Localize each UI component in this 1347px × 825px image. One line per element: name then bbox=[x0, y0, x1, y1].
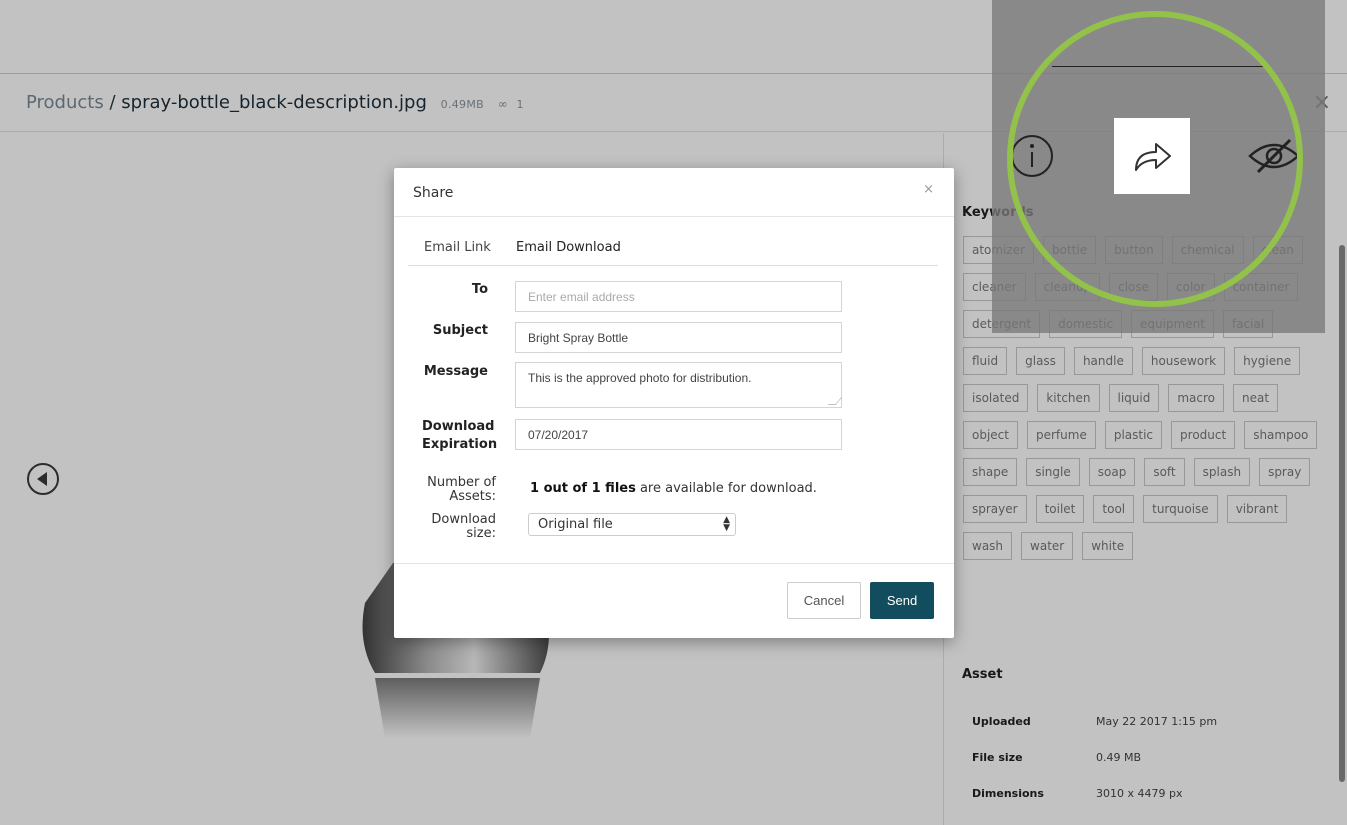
subject-label: Subject bbox=[432, 323, 488, 338]
download-size-select[interactable]: Original file ▲ ▼ bbox=[528, 513, 736, 536]
download-expiration-label-line-1: Download bbox=[422, 419, 495, 434]
expiration-date-input[interactable] bbox=[515, 419, 842, 450]
to-label: To bbox=[471, 282, 488, 297]
download-size-label-line-2: size: bbox=[466, 526, 496, 541]
send-button[interactable]: Send bbox=[870, 582, 934, 619]
download-expiration-label: Download Expiration bbox=[422, 418, 502, 454]
tab-email-link[interactable]: Email Link bbox=[424, 240, 491, 255]
number-of-assets-label-line-2: Assets: bbox=[449, 489, 496, 504]
dialog-close-icon[interactable]: × bbox=[923, 182, 934, 197]
download-size-label: Download size: bbox=[394, 513, 496, 541]
assets-count: 1 out of 1 files bbox=[530, 481, 636, 496]
message-label: Message bbox=[423, 364, 488, 379]
download-size-selected: Original file bbox=[538, 517, 613, 532]
cancel-button[interactable]: Cancel bbox=[787, 582, 861, 619]
dialog-header-divider bbox=[394, 216, 954, 217]
share-dialog: Share × Email Link Email Download To Sub… bbox=[394, 168, 954, 638]
subject-input[interactable] bbox=[515, 322, 842, 353]
to-email-input[interactable] bbox=[515, 281, 842, 312]
select-arrows-icon: ▲ ▼ bbox=[723, 515, 730, 533]
download-size-label-line-1: Download bbox=[431, 512, 496, 527]
assets-available-text: 1 out of 1 files are available for downl… bbox=[530, 481, 817, 496]
number-of-assets-label: Number of Assets: bbox=[394, 476, 496, 504]
number-of-assets-label-line-1: Number of bbox=[427, 475, 496, 490]
tab-email-download[interactable]: Email Download bbox=[516, 240, 621, 255]
download-expiration-label-line-2: Expiration bbox=[422, 437, 498, 452]
highlight-ring bbox=[1007, 11, 1303, 307]
dialog-title: Share bbox=[413, 185, 454, 201]
assets-suffix: are available for download. bbox=[635, 481, 817, 496]
share-tabs: Email Link Email Download bbox=[408, 230, 938, 266]
dialog-footer-divider bbox=[394, 563, 954, 564]
message-textarea[interactable]: This is the approved photo for distribut… bbox=[515, 362, 842, 408]
